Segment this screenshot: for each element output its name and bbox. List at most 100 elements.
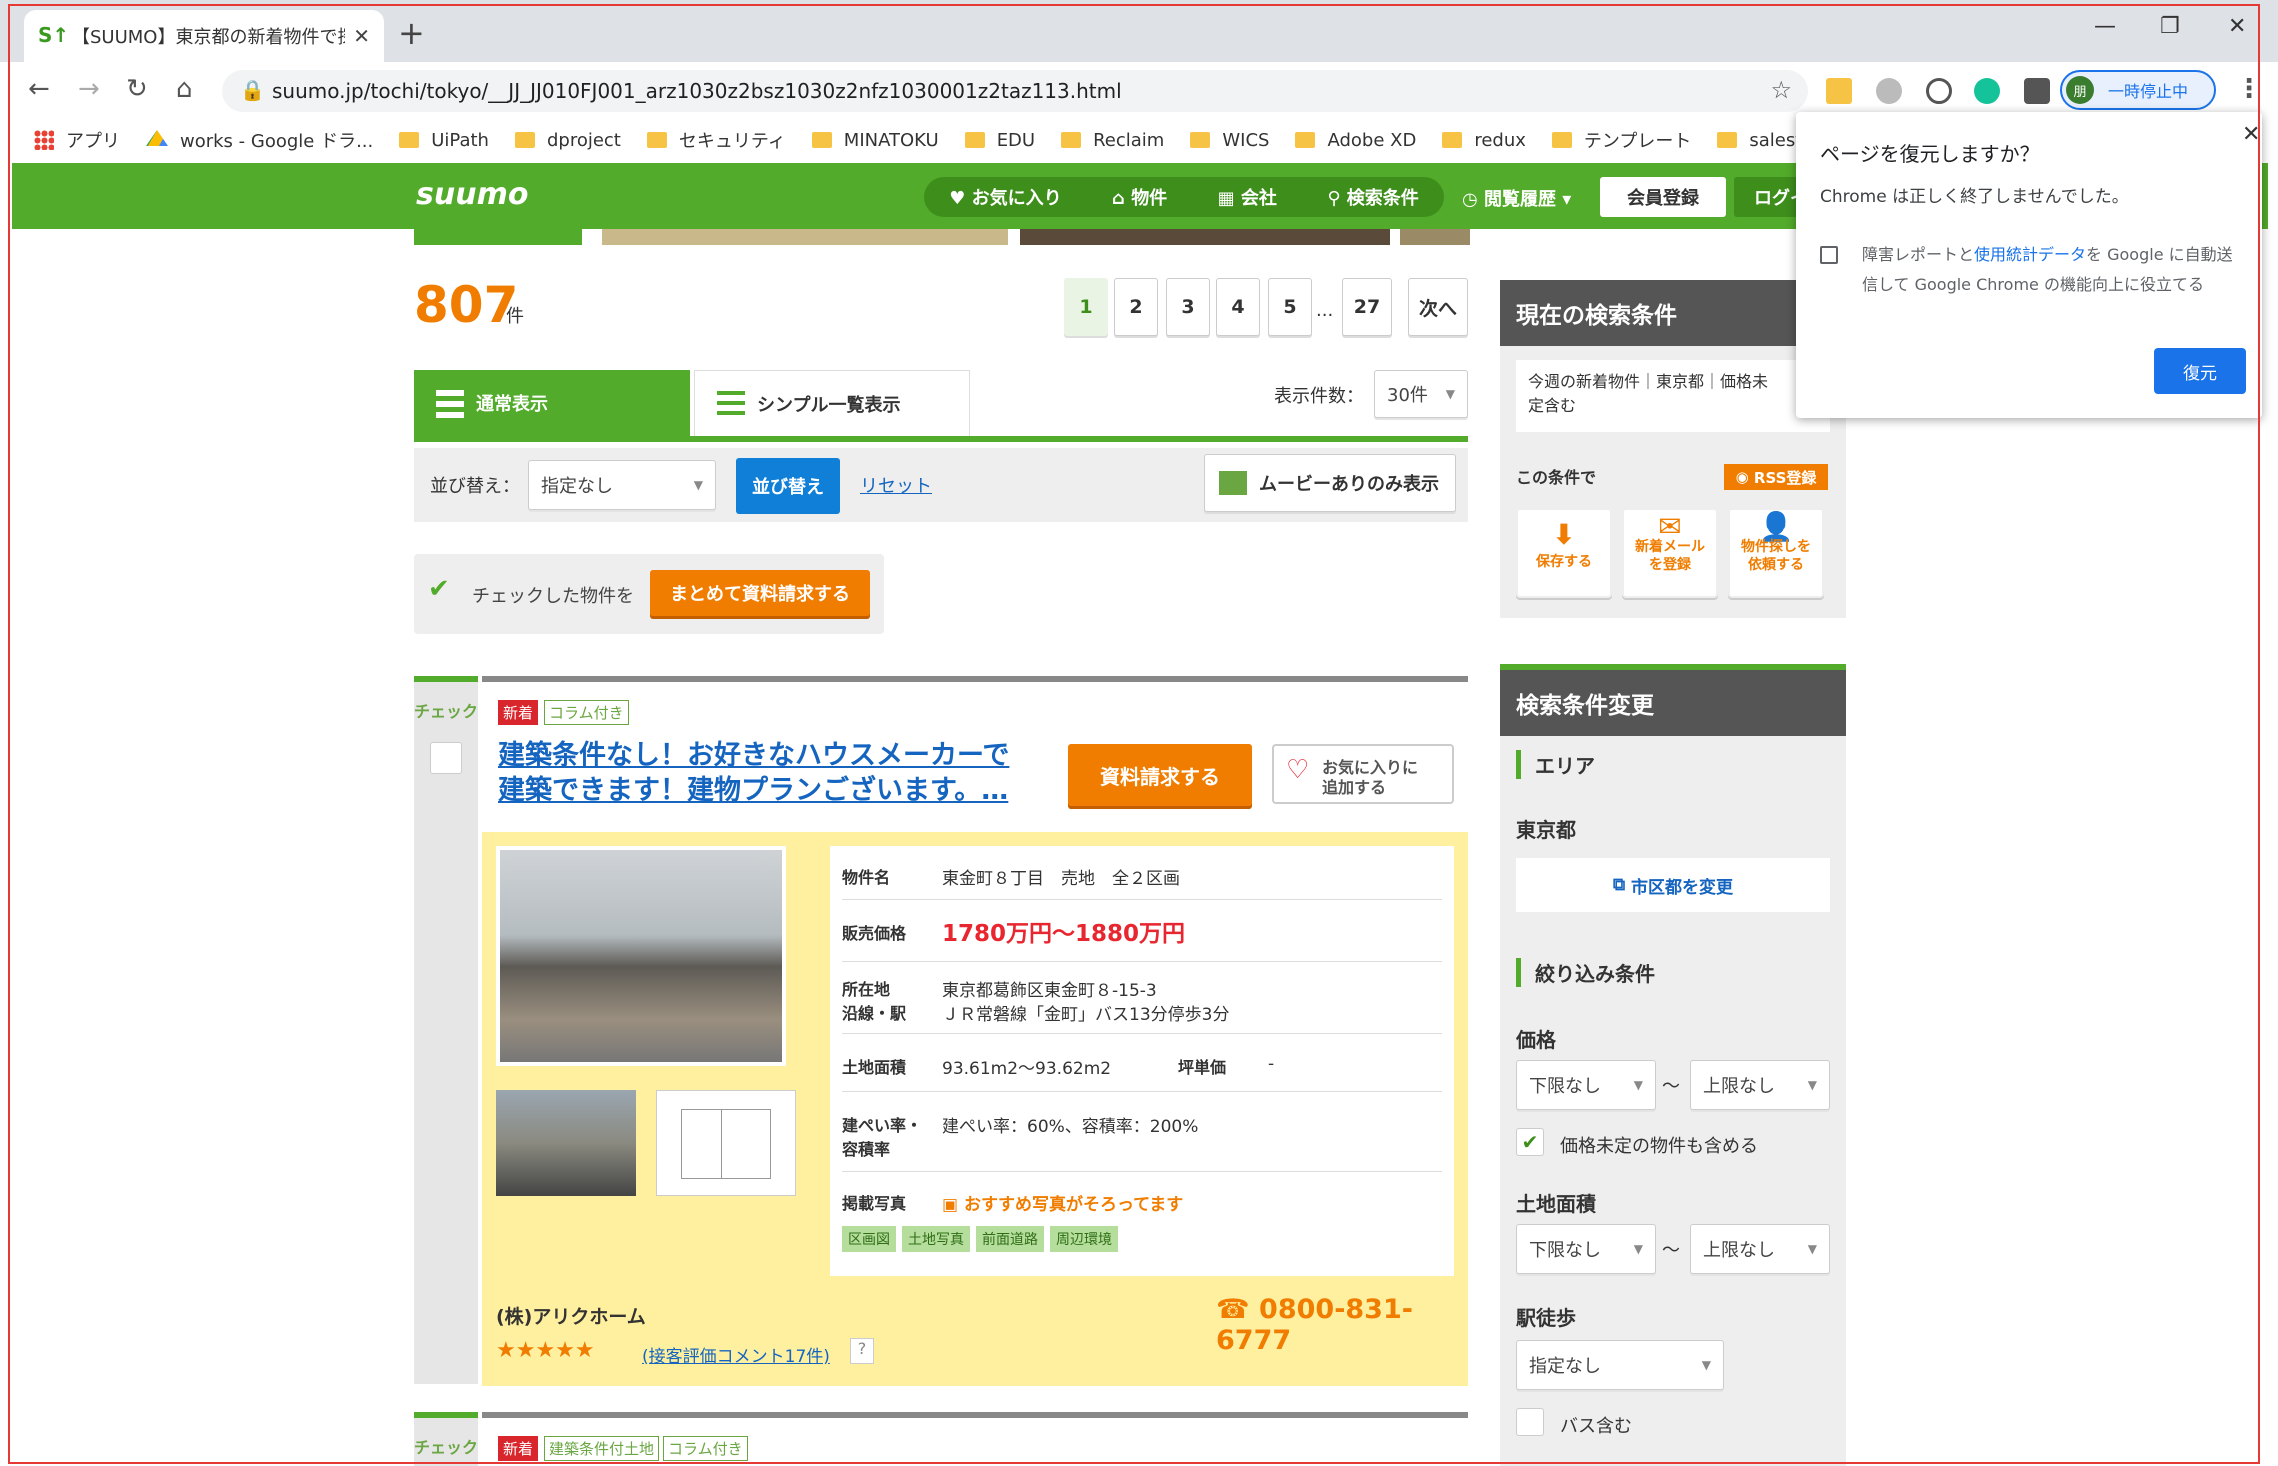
- next-page-button[interactable]: 次へ: [1408, 278, 1468, 336]
- save-condition-button[interactable]: ⬇ 保存する: [1516, 508, 1612, 598]
- home-icon[interactable]: ⌂: [176, 74, 193, 104]
- new-tab-icon[interactable]: +: [398, 14, 425, 52]
- per-page-select[interactable]: 30件 ▼: [1374, 370, 1468, 418]
- nav-search[interactable]: ⚲ 検索条件: [1327, 184, 1418, 210]
- check-column: チェック: [414, 1412, 478, 1466]
- suumo-logo[interactable]: suumo: [416, 177, 528, 212]
- page-4[interactable]: 4: [1216, 278, 1260, 336]
- help-icon[interactable]: ?: [850, 1338, 874, 1364]
- sort-bar: 並び替え： 指定なし ▼ 並び替え リセット ムービーありのみ表示: [414, 448, 1468, 522]
- listing-title-link[interactable]: 建築条件なし！お好きなハウスメーカーで 建築できます！建物プランございます。…: [498, 738, 1028, 808]
- google-drive-icon: [146, 130, 168, 146]
- bookmark-folder[interactable]: EDU: [964, 130, 1035, 151]
- grammarly-icon[interactable]: [1974, 78, 2000, 104]
- rss-button[interactable]: ◉ RSS登録: [1724, 464, 1828, 490]
- restore-button[interactable]: 復元: [2154, 348, 2246, 394]
- badge-new: 新着: [498, 1436, 539, 1461]
- minimize-icon[interactable]: —: [2094, 14, 2116, 39]
- menu-kebab-icon[interactable]: ⋮: [2236, 74, 2262, 104]
- page-2[interactable]: 2: [1114, 278, 1158, 336]
- include-undecided-checkbox[interactable]: ✔: [1516, 1128, 1544, 1156]
- folder-icon: [1551, 132, 1572, 148]
- request-search-button[interactable]: 👤 物件探しを 依頼する: [1728, 508, 1824, 598]
- add-favorite-button[interactable]: ♡ お気に入りに 追加する: [1272, 744, 1454, 804]
- register-button[interactable]: 会員登録: [1600, 177, 1726, 217]
- page-ellipsis: ...: [1316, 300, 1334, 321]
- photo-tag[interactable]: 周辺環境: [1050, 1226, 1118, 1252]
- photo-tag[interactable]: 前面道路: [976, 1226, 1044, 1252]
- page-5[interactable]: 5: [1268, 278, 1312, 336]
- bookmark-folder[interactable]: Adobe XD: [1295, 130, 1416, 151]
- sort-select[interactable]: 指定なし ▼: [528, 460, 716, 510]
- back-icon[interactable]: ←: [28, 74, 50, 104]
- bookmark-folder[interactable]: redux: [1442, 130, 1526, 151]
- nav-favorites[interactable]: ♥ お気に入り: [949, 184, 1061, 210]
- bookmark-apps[interactable]: アプリ: [34, 127, 120, 153]
- bookmark-works[interactable]: works - Google ドラ...: [146, 127, 373, 153]
- land-max-select[interactable]: 上限なし ▼: [1690, 1224, 1830, 1274]
- close-icon[interactable]: ✕: [2242, 122, 2260, 147]
- extension-icon[interactable]: [1826, 78, 1852, 104]
- page-1[interactable]: 1: [1064, 278, 1108, 336]
- listing-checkbox[interactable]: [430, 742, 462, 774]
- folder-icon: [1295, 132, 1316, 148]
- main-photo[interactable]: [496, 846, 786, 1066]
- photo-tag[interactable]: 土地写真: [902, 1226, 970, 1252]
- change-conditions-heading: 検索条件変更: [1500, 670, 1846, 736]
- photo-tag[interactable]: 区画図: [842, 1226, 896, 1252]
- close-window-icon[interactable]: ✕: [2228, 14, 2246, 39]
- page-3[interactable]: 3: [1166, 278, 1210, 336]
- photo-tags: 区画図 土地写真 前面道路 周辺環境: [842, 1226, 1124, 1252]
- suumo-favicon-icon: S↑: [38, 23, 70, 47]
- tab-close-icon[interactable]: ✕: [353, 24, 370, 48]
- detail-row-ratio: 建ぺい率・ 容積率 建ぺい率：60%、容積率：200%: [842, 1092, 1442, 1172]
- thumbnail-photo[interactable]: [496, 1090, 636, 1196]
- browser-tab[interactable]: S↑ 【SUUMO】東京都の新着物件で探 ✕: [24, 10, 384, 62]
- walk-select[interactable]: 指定なし ▼: [1516, 1340, 1724, 1390]
- company-name: (株)アリクホーム: [496, 1306, 646, 1328]
- review-link[interactable]: (接客評価コメント17件): [642, 1342, 830, 1367]
- divider: [482, 1412, 1468, 1418]
- movie-only-button[interactable]: ムービーありのみ表示: [1204, 454, 1456, 512]
- nav-company[interactable]: ▦ 会社: [1218, 184, 1277, 210]
- land-min-select[interactable]: 下限なし ▼: [1516, 1224, 1656, 1274]
- bookmark-folder[interactable]: dproject: [514, 130, 621, 151]
- restore-window-icon[interactable]: ❐: [2160, 14, 2180, 39]
- history-menu[interactable]: ◷ 閲覧履歴 ▾: [1462, 185, 1571, 211]
- badge-column: コラム付き: [544, 700, 629, 725]
- price-max-select[interactable]: 上限なし ▼: [1690, 1060, 1830, 1110]
- bulk-request-button[interactable]: まとめて資料請求する: [650, 570, 870, 616]
- tab-normal-view[interactable]: 通常表示: [414, 370, 690, 436]
- list-icon: [717, 391, 745, 419]
- puzzle-extensions-icon[interactable]: [2024, 78, 2050, 104]
- page-27[interactable]: 27: [1342, 278, 1392, 336]
- tab-simple-view[interactable]: シンプル一覧表示: [694, 370, 970, 436]
- detail-row-area: 土地面積 93.61m2～93.62m2 坪単価 -: [842, 1034, 1442, 1092]
- include-bus-checkbox[interactable]: [1516, 1408, 1544, 1436]
- report-checkbox[interactable]: [1820, 246, 1838, 264]
- bookmark-star-icon[interactable]: ☆: [1770, 76, 1792, 104]
- price-min-select[interactable]: 下限なし ▼: [1516, 1060, 1656, 1110]
- phone-icon: ☎: [1216, 1294, 1250, 1325]
- sort-button[interactable]: 並び替え: [736, 458, 840, 514]
- address-bar[interactable]: 🔒 suumo.jp/tochi/tokyo/__JJ_JJ010FJ001_a…: [222, 70, 1808, 112]
- bookmark-folder[interactable]: WICS: [1190, 130, 1269, 151]
- extension-icon[interactable]: [1876, 78, 1902, 104]
- new-mail-button[interactable]: ✉ 新着メール を登録: [1622, 508, 1718, 598]
- usage-stats-link[interactable]: 使用統計データ: [1974, 245, 2086, 264]
- bookmark-folder[interactable]: UiPath: [399, 130, 489, 151]
- reset-link[interactable]: リセット: [860, 472, 932, 498]
- profile-button[interactable]: 朋 一時停止中: [2060, 70, 2216, 110]
- reload-icon[interactable]: ↻: [126, 74, 148, 104]
- forward-icon[interactable]: →: [78, 74, 100, 104]
- bookmark-folder[interactable]: MINATOKU: [811, 130, 939, 151]
- request-info-button[interactable]: 資料請求する: [1068, 744, 1252, 806]
- thumbnail-plan-drawing[interactable]: [656, 1090, 796, 1196]
- nav-property[interactable]: ⌂ 物件: [1112, 184, 1167, 210]
- bookmark-folder[interactable]: セキュリティ: [646, 127, 786, 153]
- recycle-extension-icon[interactable]: [1926, 78, 1952, 104]
- bookmark-folder[interactable]: テンプレート: [1551, 127, 1691, 153]
- badge-land: 建築条件付土地: [544, 1436, 660, 1461]
- change-city-link[interactable]: ⧉ 市区都を変更: [1516, 858, 1830, 912]
- bookmark-folder[interactable]: Reclaim: [1061, 130, 1164, 151]
